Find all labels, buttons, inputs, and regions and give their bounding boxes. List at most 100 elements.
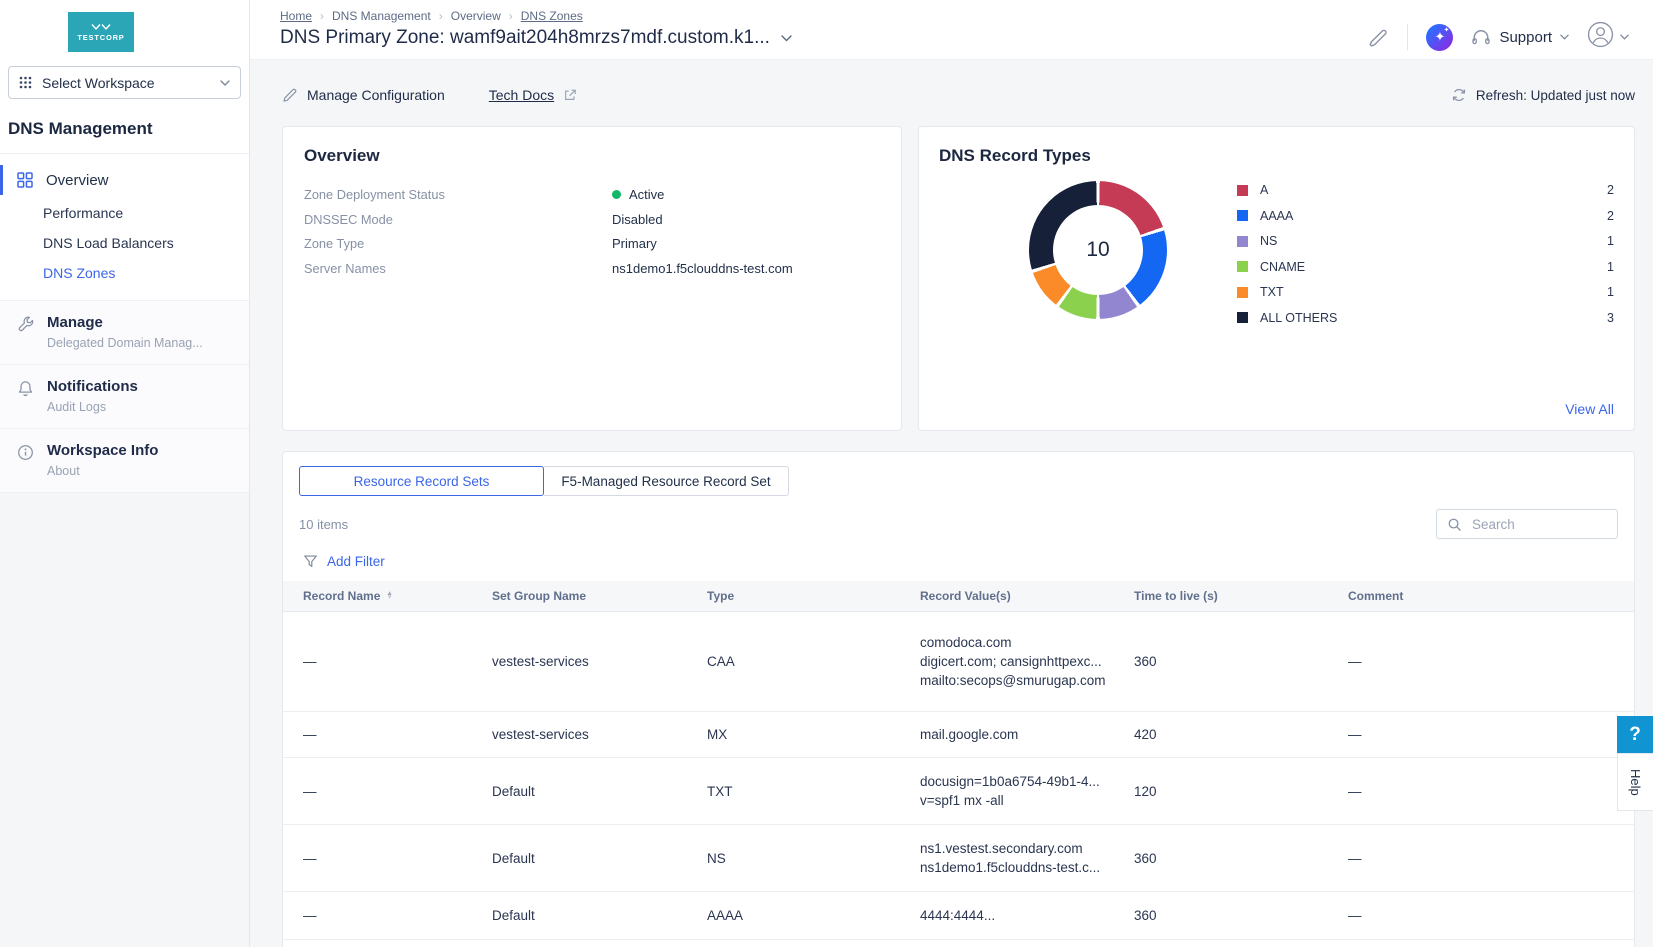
- table-row[interactable]: —vestest-servicesCAAcomodoca.comdigicert…: [283, 612, 1634, 712]
- avatar-icon: [1587, 21, 1614, 53]
- breadcrumb-item-dns-management[interactable]: DNS Management: [332, 9, 431, 23]
- chart-card-title: DNS Record Types: [939, 146, 1614, 166]
- nav-group-overview: Overview PerformanceDNS Load BalancersDN…: [0, 153, 249, 300]
- cell-ttl: 360: [1134, 908, 1348, 923]
- chevron-down-icon: [1620, 34, 1629, 40]
- refresh-button[interactable]: Refresh: Updated just now: [1451, 87, 1635, 103]
- sidebar-item-dns-load-balancers[interactable]: DNS Load Balancers: [0, 228, 249, 258]
- cell-type: MX: [707, 727, 920, 742]
- sidebar-item-performance[interactable]: Performance: [0, 198, 249, 228]
- donut-chart: 10: [1029, 181, 1167, 319]
- search-box: [1436, 509, 1618, 539]
- legend-label: AAAA: [1260, 209, 1293, 223]
- account-menu[interactable]: [1587, 21, 1629, 53]
- overview-rows: Zone Deployment StatusActiveDNSSEC ModeD…: [304, 187, 880, 276]
- column-header-label: Time to live (s): [1134, 589, 1218, 603]
- cell-type: TXT: [707, 784, 920, 799]
- refresh-icon: [1451, 87, 1467, 103]
- grid-dots-icon: [19, 76, 32, 89]
- add-filter-button[interactable]: Add Filter: [303, 554, 1618, 569]
- column-header-label: Record Value(s): [920, 589, 1011, 603]
- tab-f5-managed-resource-record-set[interactable]: F5-Managed Resource Record Set: [544, 466, 789, 496]
- ai-assistant-button[interactable]: ✦✦: [1426, 24, 1453, 51]
- overview-row-value: ns1demo1.f5clouddns-test.com: [612, 261, 793, 276]
- sidebar-item-workspace-info[interactable]: Workspace Info About: [0, 429, 249, 492]
- tech-docs-link[interactable]: Tech Docs: [489, 87, 577, 103]
- overview-row: Zone TypePrimary: [304, 236, 880, 251]
- overview-row-value-text: Primary: [612, 236, 657, 251]
- workspace-selector-label: Select Workspace: [42, 75, 155, 91]
- table-row[interactable]: —vestest-servicesMXmail.google.com420—: [283, 712, 1634, 758]
- sidebar-item-dns-zones[interactable]: DNS Zones: [0, 258, 249, 288]
- sidebar-item-notifications[interactable]: Notifications Audit Logs: [0, 365, 249, 428]
- sidebar-item-overview[interactable]: Overview: [0, 162, 249, 198]
- headset-icon: [1471, 27, 1491, 47]
- add-filter-label: Add Filter: [327, 554, 385, 569]
- cell-ttl: 360: [1134, 654, 1348, 669]
- legend-count: 2: [1607, 183, 1614, 197]
- legend-count: 1: [1607, 234, 1614, 248]
- top-header: Home›DNS Management›Overview›DNS Zones D…: [250, 0, 1653, 60]
- sort-icon[interactable]: ▲▼: [386, 592, 392, 601]
- overview-row: Server Namesns1demo1.f5clouddns-test.com: [304, 261, 880, 276]
- legend-swatch: [1237, 261, 1248, 272]
- help-question-button[interactable]: ?: [1617, 716, 1653, 753]
- grid-icon: [17, 172, 33, 188]
- info-icon: [17, 444, 34, 478]
- legend-item-a: A2: [1237, 183, 1614, 197]
- view-all-link[interactable]: View All: [1565, 401, 1614, 417]
- legend-label: A: [1260, 183, 1268, 197]
- sidebar-item-manage[interactable]: Manage Delegated Domain Manag...: [0, 301, 249, 364]
- support-menu[interactable]: Support: [1471, 27, 1569, 47]
- record-value-line: ns1demo1.f5clouddns-test.c...: [920, 858, 1120, 877]
- sidebar-item-label: Manage: [47, 314, 203, 331]
- paintbrush-icon[interactable]: [1367, 26, 1389, 48]
- page-toolbar: Manage Configuration Tech Docs Refresh: …: [282, 78, 1635, 112]
- table-row[interactable]: —DefaultAAAA4444:4444...360—: [283, 892, 1634, 940]
- legend-swatch: [1237, 287, 1248, 298]
- legend-label: TXT: [1260, 285, 1284, 299]
- tech-docs-label: Tech Docs: [489, 87, 554, 103]
- legend-count: 2: [1607, 209, 1614, 223]
- legend-item-ns: NS 1: [1237, 234, 1614, 248]
- overview-card-title: Overview: [304, 146, 880, 166]
- record-value-line: mail.google.com: [920, 725, 1120, 744]
- help-tab[interactable]: Help: [1617, 753, 1653, 811]
- column-header-label: Set Group Name: [492, 589, 586, 603]
- divider: [1407, 24, 1408, 50]
- legend-count: 1: [1607, 260, 1614, 274]
- cell-record-name: —: [303, 727, 492, 742]
- manage-configuration-button[interactable]: Manage Configuration: [282, 87, 445, 103]
- workspace-selector[interactable]: Select Workspace: [8, 66, 241, 99]
- table-row[interactable]: —DefaultNSns1.vestest.secondary.comns1de…: [283, 825, 1634, 892]
- legend-label: NS: [1260, 234, 1277, 248]
- cell-comment: —: [1348, 727, 1618, 742]
- status-dot-green: [612, 190, 621, 199]
- column-header-record-name[interactable]: Record Name▲▼: [303, 589, 492, 603]
- legend-item-all-others: ALL OTHERS3: [1237, 311, 1614, 325]
- table-header-row: Record Name▲▼Set Group NameTypeRecord Va…: [283, 581, 1634, 612]
- sidebar-nav: Overview PerformanceDNS Load BalancersDN…: [0, 153, 249, 492]
- sidebar-item-label: Overview: [46, 172, 109, 189]
- overview-row-label: Zone Deployment Status: [304, 187, 612, 202]
- logo-text: TESTCORP: [77, 33, 124, 42]
- search-input[interactable]: [1470, 516, 1607, 533]
- sidebar-item-label: Workspace Info: [47, 442, 158, 459]
- manage-configuration-label: Manage Configuration: [307, 87, 445, 103]
- app-root: TESTCORP Select Workspace DNS Management…: [0, 0, 1653, 947]
- legend-swatch: [1237, 312, 1248, 323]
- cell-record-name: —: [303, 908, 492, 923]
- breadcrumb-item-overview[interactable]: Overview: [451, 9, 501, 23]
- tab-resource-record-sets[interactable]: Resource Record Sets: [299, 466, 544, 496]
- sidebar-item-sublabel: About: [47, 464, 158, 478]
- overview-row: Zone Deployment StatusActive: [304, 187, 880, 202]
- sidebar: TESTCORP Select Workspace DNS Management…: [0, 0, 250, 947]
- cell-record-values: docusign=1b0a6754-49b1-4...v=spf1 mx -al…: [920, 772, 1134, 810]
- record-sets-panel: Resource Record SetsF5-Managed Resource …: [282, 451, 1635, 947]
- bell-icon: [17, 380, 34, 414]
- breadcrumb-item-dns-zones[interactable]: DNS Zones: [521, 9, 583, 23]
- cell-type: CAA: [707, 654, 920, 669]
- table-row[interactable]: —DefaultTXTdocusign=1b0a6754-49b1-4...v=…: [283, 758, 1634, 825]
- breadcrumb-item-home[interactable]: Home: [280, 9, 312, 23]
- title-chevron-down-icon[interactable]: [781, 35, 792, 42]
